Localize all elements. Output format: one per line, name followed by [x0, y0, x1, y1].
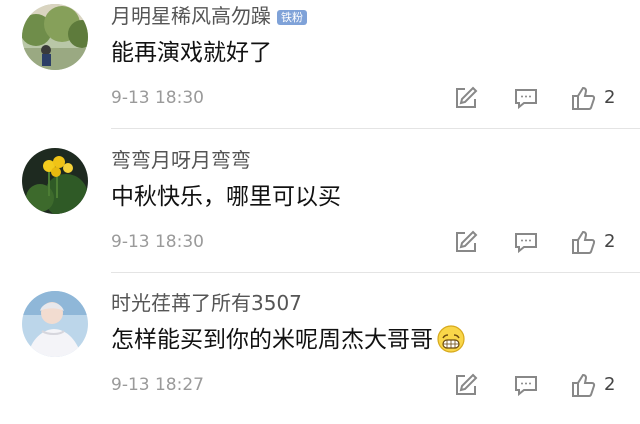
comment-item: 月明星稀风高勿躁 铁粉 能再演戏就好了 9-13 18:30 2	[0, 0, 640, 137]
avatar[interactable]	[22, 291, 88, 357]
timestamp: 9-13 18:27	[111, 375, 204, 395]
divider	[111, 128, 640, 129]
thumbs-up-icon[interactable]	[569, 371, 597, 399]
thumbs-up-icon[interactable]	[569, 84, 597, 112]
edit-icon[interactable]	[452, 228, 480, 256]
comment-text: 怎样能买到你的米呢周杰大哥哥	[111, 325, 465, 361]
divider	[111, 272, 640, 273]
like-count: 2	[604, 231, 616, 252]
like-count: 2	[604, 87, 616, 108]
like-count: 2	[604, 374, 616, 395]
edit-icon[interactable]	[452, 371, 480, 399]
comment-text-content: 怎样能买到你的米呢周杰大哥哥	[111, 327, 433, 353]
username[interactable]: 弯弯月呀月弯弯	[111, 148, 251, 172]
thumbs-up-icon[interactable]	[569, 228, 597, 256]
timestamp: 9-13 18:30	[111, 232, 204, 252]
username[interactable]: 时光荏苒了所有3507	[111, 291, 302, 315]
comment-text: 能再演戏就好了	[111, 40, 272, 66]
grinning-face-icon	[437, 325, 465, 361]
comment-item: 时光荏苒了所有3507 怎样能买到你的米呢周杰大哥哥 9-13 18:27 2	[0, 287, 640, 424]
comment-item: 弯弯月呀月弯弯 中秋快乐，哪里可以买 9-13 18:30 2	[0, 144, 640, 281]
comment-icon[interactable]	[512, 371, 540, 399]
comment-icon[interactable]	[512, 228, 540, 256]
edit-icon[interactable]	[452, 84, 480, 112]
username[interactable]: 月明星稀风高勿躁 铁粉	[111, 4, 307, 28]
username-text[interactable]: 月明星稀风高勿躁	[111, 4, 271, 28]
avatar[interactable]	[22, 4, 88, 70]
timestamp: 9-13 18:30	[111, 88, 204, 108]
fan-badge: 铁粉	[277, 10, 307, 25]
comment-text: 中秋快乐，哪里可以买	[111, 184, 341, 210]
avatar[interactable]	[22, 148, 88, 214]
comment-icon[interactable]	[512, 84, 540, 112]
